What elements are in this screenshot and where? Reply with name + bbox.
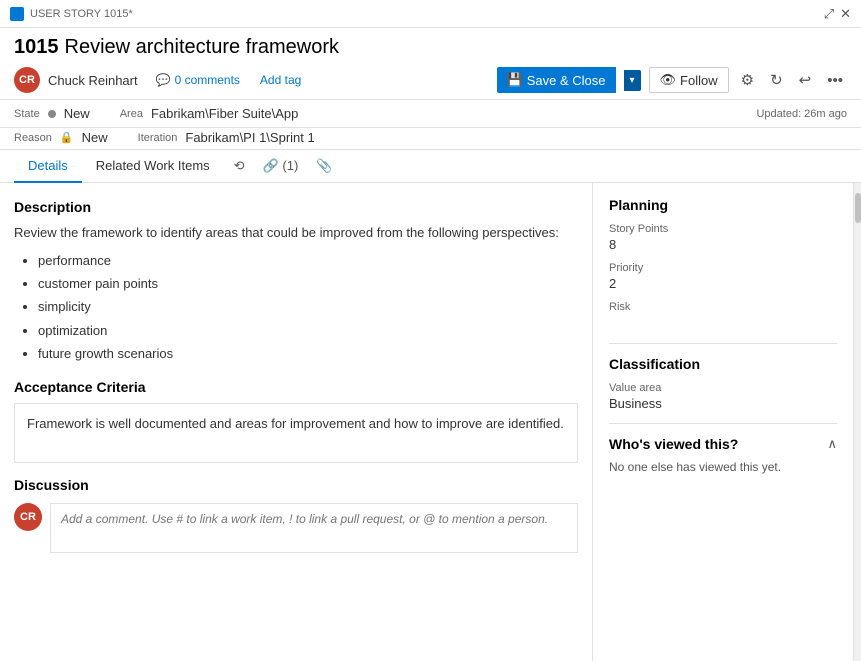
iteration-value: Fabrikam\PI 1\Sprint 1 [185, 130, 314, 145]
list-item: optimization [38, 319, 578, 342]
tab-related[interactable]: Related Work Items [82, 150, 224, 183]
work-item-title-row: 1015 Review architecture framework [14, 36, 847, 59]
state-group: State New [14, 106, 90, 121]
comment-area: CR [14, 503, 578, 553]
attachment-button[interactable]: 📎 [308, 152, 340, 180]
area-group: Area Fabrikam\Fiber Suite\App [120, 106, 299, 121]
save-close-dropdown[interactable]: ▾ [624, 70, 641, 91]
title-bar-left: USER STORY 1015* [10, 7, 133, 21]
more-button[interactable]: ••• [823, 68, 847, 93]
priority-label: Priority [609, 262, 837, 274]
area-label: Area [120, 108, 143, 120]
links-button[interactable]: 🔗 (1) [255, 152, 307, 180]
updated-text: Updated: 26m ago [756, 108, 847, 120]
list-item: performance [38, 249, 578, 272]
story-points-value: 8 [609, 237, 837, 252]
undo-button[interactable]: ↩ [795, 67, 816, 93]
reason-group: Reason 🔒 New [14, 130, 108, 145]
planning-title: Planning [609, 197, 837, 213]
scroll-track[interactable] [853, 183, 861, 661]
list-item: customer pain points [38, 272, 578, 295]
right-panel: Planning Story Points 8 Priority 2 Risk … [593, 183, 853, 661]
header: 1015 Review architecture framework CR Chu… [0, 28, 861, 100]
save-icon: 💾 [507, 72, 523, 88]
risk-value [609, 315, 837, 331]
iteration-group: Iteration Fabrikam\PI 1\Sprint 1 [138, 130, 315, 145]
discussion-title: Discussion [14, 477, 578, 493]
acceptance-text: Framework is well documented and areas f… [14, 403, 578, 463]
reason-label: Reason [14, 132, 52, 144]
comment-input[interactable] [50, 503, 578, 553]
comment-count: 0 comments [175, 73, 240, 87]
link-count: (1) [282, 158, 298, 173]
lock-icon: 🔒 [60, 131, 74, 144]
settings-button[interactable]: ⚙ [737, 67, 758, 93]
acceptance-title: Acceptance Criteria [14, 379, 578, 395]
state-label: State [14, 108, 40, 120]
work-item-number: 1015 [14, 36, 59, 58]
history-button[interactable]: ⟲ [226, 152, 253, 180]
risk-label: Risk [609, 301, 837, 313]
tab-details[interactable]: Details [14, 150, 82, 183]
app-label: USER STORY 1015* [30, 8, 133, 20]
collapse-icon: ∧ [827, 436, 837, 452]
scroll-thumb [855, 193, 861, 223]
comment-avatar: CR [14, 503, 42, 531]
content-area: Description Review the framework to iden… [0, 183, 861, 661]
divider-2 [609, 423, 837, 424]
follow-button[interactable]: 👁 Follow [649, 67, 729, 93]
state-dot [48, 110, 56, 118]
title-bar: USER STORY 1015* ⤢ ✕ [0, 0, 861, 28]
avatar: CR [14, 67, 40, 93]
work-item-title: Review architecture framework [65, 36, 340, 58]
iteration-label: Iteration [138, 132, 178, 144]
left-panel: Description Review the framework to iden… [0, 183, 593, 661]
description-intro: Review the framework to identify areas t… [14, 223, 578, 243]
bullet-list: performance customer pain points simplic… [14, 249, 578, 366]
comments-button[interactable]: 💬 0 comments [150, 71, 246, 89]
list-item: future growth scenarios [38, 342, 578, 365]
save-close-button[interactable]: 💾 Save & Close [497, 67, 616, 93]
author-name: Chuck Reinhart [48, 73, 138, 88]
title-bar-right: ⤢ ✕ [824, 6, 851, 22]
follow-label: Follow [680, 73, 718, 88]
state-value: New [64, 106, 90, 121]
story-points-label: Story Points [609, 223, 837, 235]
whos-viewed-header[interactable]: Who's viewed this? ∧ [609, 436, 837, 452]
divider-1 [609, 343, 837, 344]
app-icon [10, 7, 24, 21]
toolbar: CR Chuck Reinhart 💬 0 comments Add tag 💾… [14, 67, 847, 93]
description-title: Description [14, 199, 578, 215]
reason-value: New [82, 130, 108, 145]
area-value: Fabrikam\Fiber Suite\App [151, 106, 298, 121]
whos-viewed-text: No one else has viewed this yet. [609, 460, 837, 474]
whos-viewed-title: Who's viewed this? [609, 436, 738, 452]
metadata-row-2: Reason 🔒 New Iteration Fabrikam\PI 1\Spr… [0, 128, 861, 150]
tabs-bar: Details Related Work Items ⟲ 🔗 (1) 📎 [0, 150, 861, 183]
add-tag-button[interactable]: Add tag [254, 71, 307, 89]
discussion-section: Discussion CR [14, 477, 578, 553]
comment-icon: 💬 [156, 73, 171, 87]
save-close-label: Save & Close [527, 73, 606, 88]
priority-value: 2 [609, 276, 837, 291]
classification-title: Classification [609, 356, 837, 372]
value-area-label: Value area [609, 382, 837, 394]
eye-icon: 👁 [660, 72, 677, 88]
metadata-row: State New Area Fabrikam\Fiber Suite\App … [0, 100, 861, 128]
expand-icon[interactable]: ⤢ [824, 6, 834, 22]
refresh-button[interactable]: ↻ [766, 67, 787, 93]
list-item: simplicity [38, 295, 578, 318]
value-area-value: Business [609, 396, 837, 411]
close-icon[interactable]: ✕ [840, 6, 851, 22]
